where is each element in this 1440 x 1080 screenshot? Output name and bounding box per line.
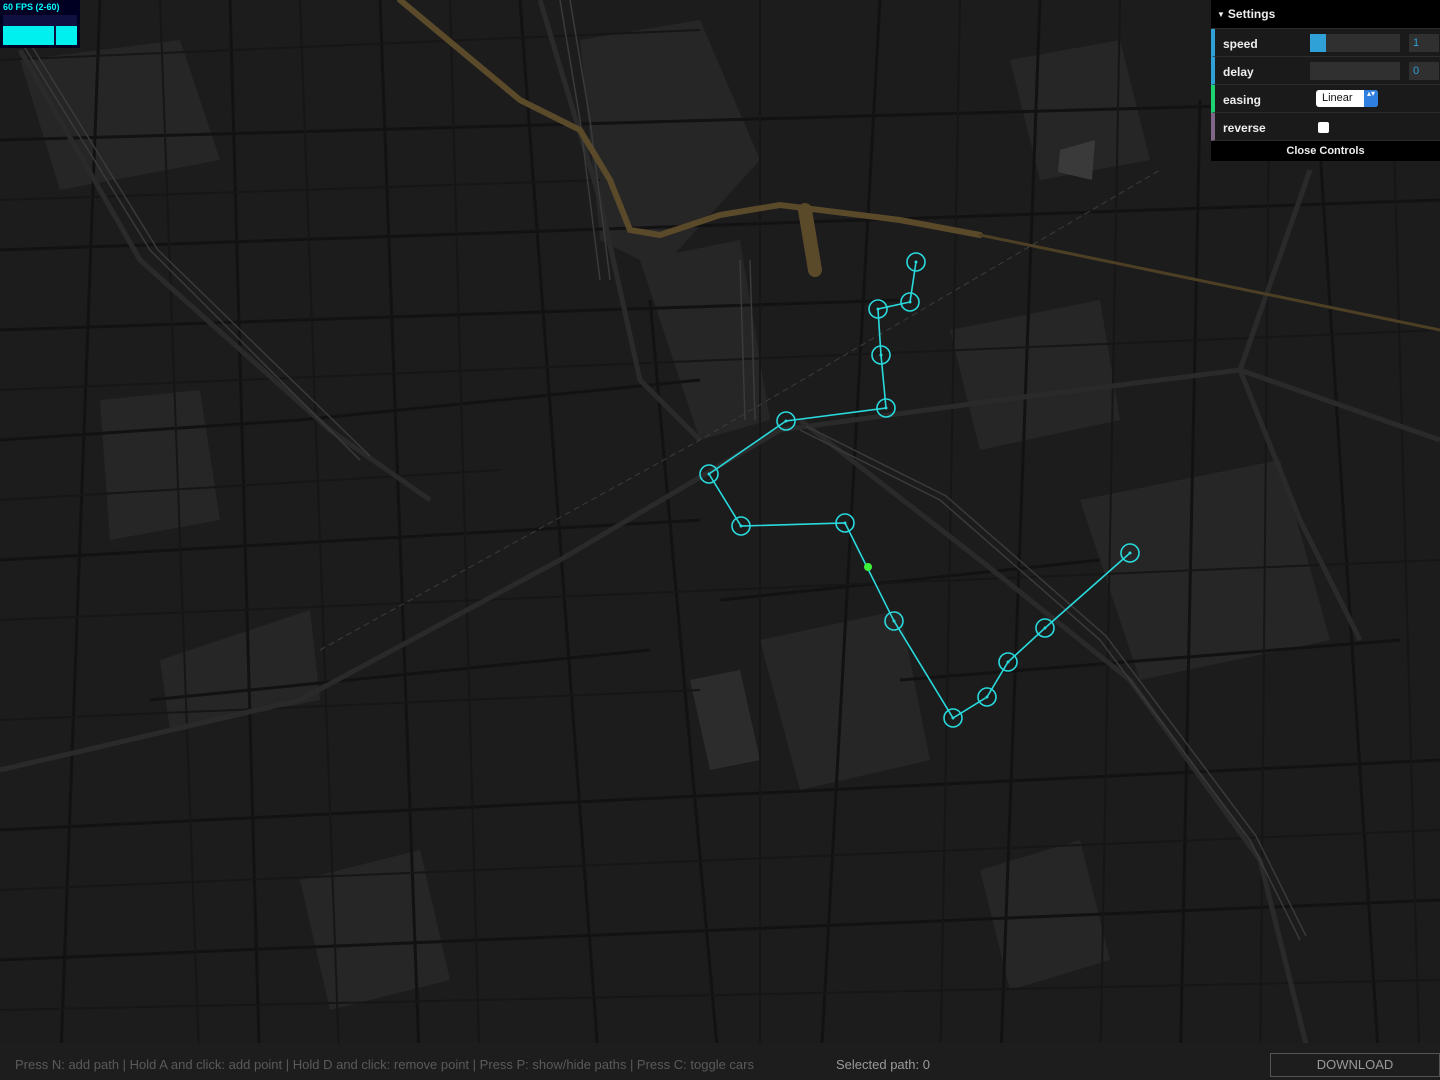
delay-label: delay: [1223, 65, 1254, 79]
easing-control: easing Linear ▴▾: [1211, 85, 1440, 113]
reverse-label: reverse: [1223, 121, 1266, 135]
settings-title: Settings: [1227, 7, 1276, 21]
speed-control: speed 1: [1211, 29, 1440, 57]
delay-control: delay 0: [1211, 57, 1440, 85]
download-button[interactable]: DOWNLOAD: [1270, 1053, 1440, 1077]
fps-meter[interactable]: 60 FPS (2-60): [0, 0, 80, 48]
easing-select[interactable]: Linear ▴▾: [1316, 90, 1378, 107]
delay-slider[interactable]: [1310, 62, 1400, 80]
keyboard-hints: Press N: add path | Hold A and click: ad…: [15, 1057, 754, 1072]
easing-value: Linear: [1322, 92, 1353, 104]
speed-slider-fill: [1310, 34, 1327, 52]
reverse-control: reverse: [1211, 113, 1440, 141]
delay-input[interactable]: 0: [1409, 62, 1439, 80]
selected-path-label: Selected path: 0: [836, 1057, 930, 1072]
speed-label: speed: [1223, 37, 1258, 51]
settings-panel: ▼ Settings speed 1 delay 0 easing Linear …: [1211, 0, 1440, 161]
map-canvas[interactable]: [0, 0, 1440, 1080]
select-arrows-icon: ▴▾: [1364, 90, 1378, 107]
bottom-bar: Press N: add path | Hold A and click: ad…: [0, 1043, 1440, 1080]
easing-label: easing: [1223, 93, 1262, 107]
speed-input[interactable]: 1: [1409, 34, 1439, 52]
speed-slider[interactable]: [1310, 34, 1400, 52]
fps-label: 60 FPS (2-60): [3, 2, 60, 12]
reverse-checkbox[interactable]: [1318, 122, 1329, 133]
settings-folder-title[interactable]: ▼ Settings: [1211, 0, 1440, 29]
folder-open-triangle-icon: ▼: [1217, 10, 1225, 19]
fps-bar: [3, 26, 77, 45]
car-marker: [864, 563, 872, 571]
close-controls-button[interactable]: Close Controls: [1211, 141, 1440, 161]
fps-graph: [3, 15, 77, 45]
